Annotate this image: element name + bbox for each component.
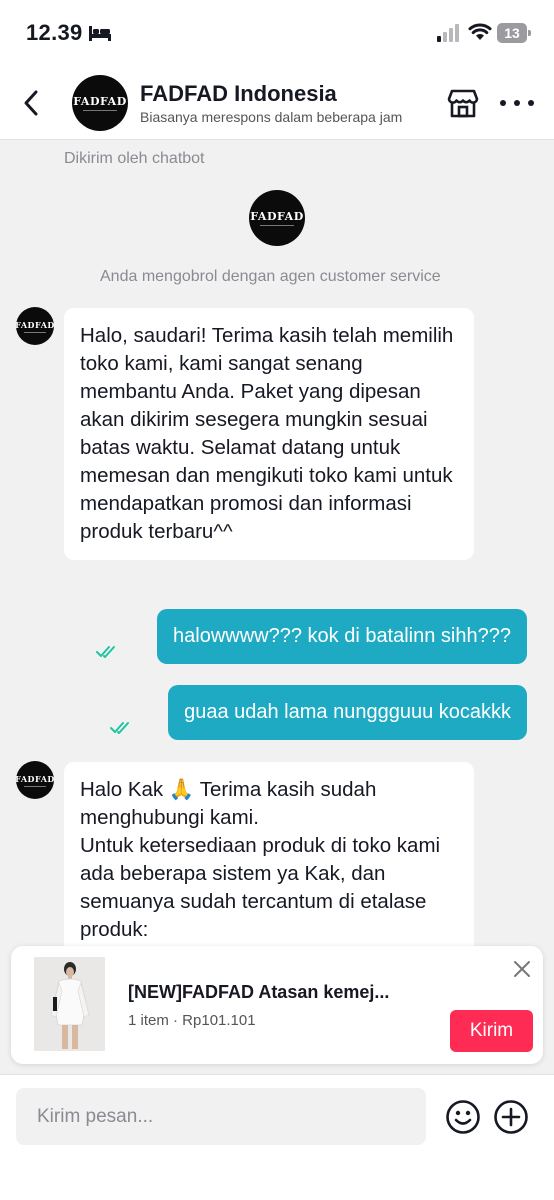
message-input[interactable] xyxy=(16,1088,426,1145)
wifi-icon xyxy=(468,23,492,40)
bed-icon xyxy=(89,26,111,41)
shop-name[interactable]: FADFAD Indonesia xyxy=(140,81,337,107)
sent-by-chatbot-label: Dikirim oleh chatbot xyxy=(64,150,205,167)
battery-icon: 13 xyxy=(497,23,531,43)
read-check-icon xyxy=(96,646,115,658)
avatar-logo: FADFAD xyxy=(73,95,127,108)
agent-notice: Anda mengobrol dengan agen customer serv… xyxy=(100,268,441,285)
store-button[interactable] xyxy=(446,86,480,120)
response-time: Biasanya merespons dalam beberapa jam xyxy=(140,109,403,125)
more-icon xyxy=(500,100,506,106)
message-bubble-shop[interactable]: Halo, saudari! Terima kasih telah memili… xyxy=(64,308,474,560)
read-check-icon xyxy=(110,722,129,734)
msg-avatar-logo: FADFAD xyxy=(15,773,55,784)
message-text: halowwww??? kok di batalinn sihh??? xyxy=(173,625,511,647)
message-bubble-user[interactable]: guaa udah lama nunggguuu kocakkk xyxy=(168,685,527,740)
shop-avatar-msg[interactable]: FADFAD xyxy=(15,761,55,799)
product-title[interactable]: [NEW]FADFAD Atasan kemej... xyxy=(128,982,389,1003)
message-text-line: Untuk ketersediaan produk di toko kami a… xyxy=(80,834,441,941)
send-product-button[interactable]: Kirim xyxy=(450,1010,533,1052)
emoji-icon xyxy=(446,1100,480,1134)
shop-avatar-center: FADFAD xyxy=(249,190,305,246)
message-text: Halo, saudari! Terima kasih telah memili… xyxy=(80,324,454,543)
close-icon xyxy=(514,961,530,977)
composer-bar xyxy=(0,1074,554,1200)
product-card[interactable]: [NEW]FADFAD Atasan kemej... 1 item · Rp1… xyxy=(11,946,543,1064)
signal-icon xyxy=(437,24,459,42)
status-time: 12.39 xyxy=(26,20,83,45)
store-icon xyxy=(447,89,479,118)
back-arrow-icon xyxy=(24,90,38,116)
more-button[interactable] xyxy=(500,91,534,115)
center-avatar-logo: FADFAD xyxy=(250,210,304,223)
close-button[interactable] xyxy=(511,958,533,980)
battery-level: 13 xyxy=(497,23,527,43)
message-text-line: Halo Kak 🙏 Terima kasih sudah menghubung… xyxy=(80,778,377,829)
product-meta: 1 item · Rp101.101 xyxy=(128,1012,256,1029)
emoji-button[interactable] xyxy=(445,1099,481,1135)
plus-button[interactable] xyxy=(493,1099,529,1135)
shop-avatar[interactable]: FADFAD xyxy=(72,75,128,131)
back-button[interactable] xyxy=(16,86,46,120)
plus-icon xyxy=(494,1100,528,1134)
message-text: guaa udah lama nunggguuu kocakkk xyxy=(184,701,511,723)
chat-header: FADFAD FADFAD Indonesia Biasanya merespo… xyxy=(0,66,554,140)
message-bubble-user[interactable]: halowwww??? kok di batalinn sihh??? xyxy=(157,609,527,664)
msg-avatar-logo: FADFAD xyxy=(15,319,55,330)
product-thumbnail[interactable] xyxy=(34,957,105,1051)
shop-avatar-msg[interactable]: FADFAD xyxy=(15,307,55,345)
status-bar: 12.39 13 xyxy=(0,0,554,66)
message-bubble-shop[interactable]: Halo Kak 🙏 Terima kasih sudah menghubung… xyxy=(64,762,474,962)
